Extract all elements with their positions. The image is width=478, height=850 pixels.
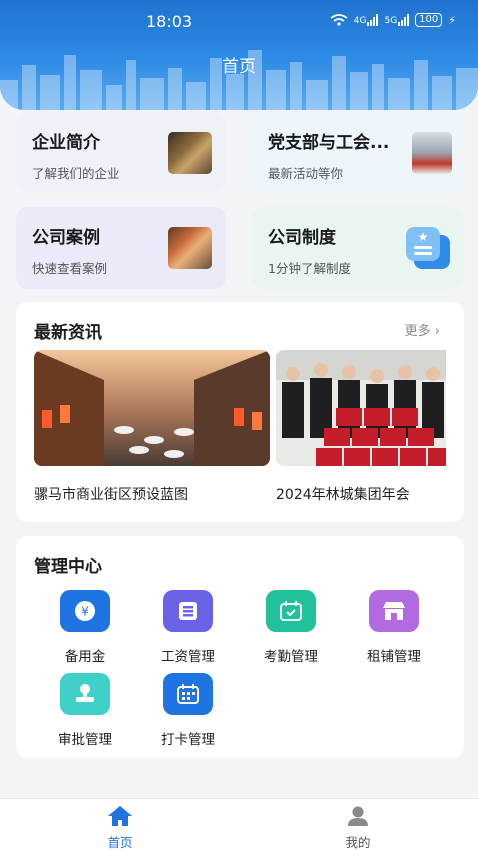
tool-approval[interactable]: 审批管理 [40,673,130,748]
tool-label: 审批管理 [58,732,112,748]
petty-cash-icon: ¥ [60,590,110,632]
policy-document-icon [406,227,450,269]
status-bar: 18:03 4G 5G 100 ⚡ [0,10,478,32]
news-item[interactable]: 2024年林城集团年会 [276,350,446,520]
card-company-policy[interactable]: 公司制度 1分钟了解制度 [252,207,464,289]
card-party-union[interactable]: 党支部与工会... 最新活动等你 [252,112,464,192]
tool-petty-cash[interactable]: ¥ 备用金 [40,590,130,665]
news-image-annual-meeting [276,350,446,466]
tab-profile[interactable]: 我的 [318,805,398,850]
tool-label: 租铺管理 [367,649,421,665]
news-section: 最新资讯 更多 › 骡马市商业街区预设蓝图 2024年林城集团年会 [16,302,464,522]
tool-salary[interactable]: 工资管理 [143,590,233,665]
news-caption: 2024年林城集团年会 [276,487,410,503]
charging-icon: ⚡ [448,13,456,27]
news-image-street [34,350,270,466]
signal-5g-label: 5G [384,16,398,26]
shop-rental-icon [369,590,419,632]
header-banner: 18:03 4G 5G 100 ⚡ 首页 [0,0,478,110]
tool-label: 考勤管理 [264,649,318,665]
wifi-icon [330,14,348,26]
tab-label: 我的 [345,835,371,850]
tool-shop-rental[interactable]: 租铺管理 [349,590,439,665]
management-heading: 管理中心 [34,557,102,577]
news-heading: 最新资讯 [34,323,102,343]
signal-4g: 4G [354,14,379,26]
news-more-link[interactable]: 更多 › [405,320,440,339]
management-section: 管理中心 ¥ 备用金 工资管理 考勤管理 租铺管理 审批管理 打卡管理 [16,536,464,758]
tool-label: 工资管理 [161,649,215,665]
card-company-intro[interactable]: 企业简介 了解我们的企业 [16,112,226,192]
clock-in-icon [163,673,213,715]
approval-icon [60,673,110,715]
signal-5g: 5G [384,14,410,26]
home-icon [108,806,132,826]
attendance-icon [266,590,316,632]
battery-indicator: 100 [415,13,443,27]
tab-home[interactable]: 首页 [80,805,160,850]
signal-4g-label: 4G [353,16,367,26]
bottom-tab-bar: 首页 我的 [0,798,478,850]
street-thumbnail [168,227,212,269]
svg-text:¥: ¥ [81,605,89,619]
signal-bars-icon [367,14,379,26]
tool-attendance[interactable]: 考勤管理 [246,590,336,665]
meeting-room-thumbnail [412,132,452,174]
salary-icon [163,590,213,632]
card-company-cases[interactable]: 公司案例 快速查看案例 [16,207,226,289]
chevron-right-icon: › [434,324,440,339]
profile-icon [348,806,368,826]
signal-bars-icon [398,14,410,26]
page-title: 首页 [222,57,256,77]
tool-label: 备用金 [64,649,106,665]
news-item[interactable]: 骡马市商业街区预设蓝图 [34,350,270,504]
company-lobby-thumbnail [168,132,212,174]
news-caption: 骡马市商业街区预设蓝图 [34,487,188,503]
tool-clock-in[interactable]: 打卡管理 [143,673,233,748]
tool-label: 打卡管理 [161,732,215,748]
more-label: 更多 [404,324,431,339]
tab-label: 首页 [107,835,133,850]
status-time: 18:03 [146,12,193,31]
